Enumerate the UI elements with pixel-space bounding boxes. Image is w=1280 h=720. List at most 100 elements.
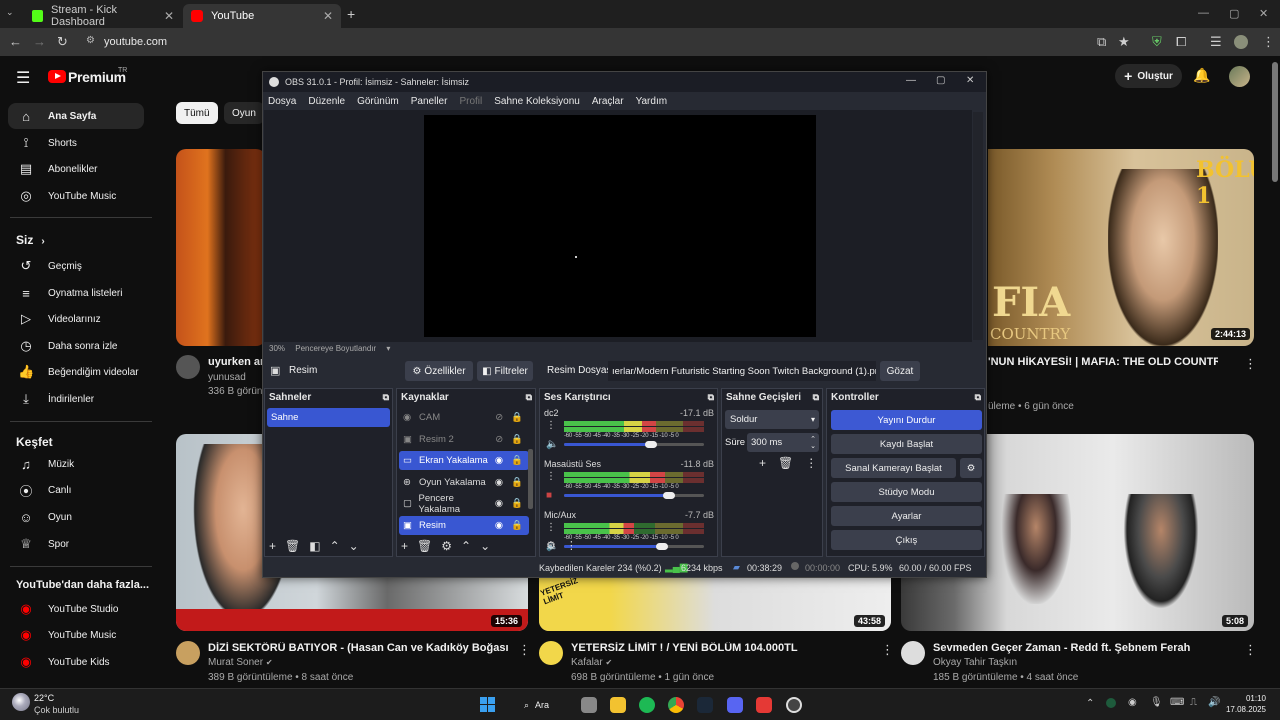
channel-name[interactable]: Okyay Tahir Taşkın	[933, 657, 1017, 668]
extensions-puzzle-icon[interactable]: ⧠	[1176, 34, 1186, 50]
sidebar-item-subscriptions[interactable]: ▤ Abonelikler	[8, 156, 144, 182]
file-explorer-icon[interactable]	[610, 697, 626, 713]
sidebar-item-youtube-music[interactable]: ◎ YouTube Music	[8, 183, 144, 209]
chevron-down-icon[interactable]: ▾	[386, 344, 390, 353]
more-options-icon[interactable]: ⋮	[518, 642, 531, 658]
network-icon[interactable]: ⎍	[1190, 697, 1197, 708]
tab-kick[interactable]: Stream - Kick Dashboard ✕	[24, 4, 182, 28]
keyboard-icon[interactable]: ⌨	[1170, 697, 1184, 708]
channel-menu-icon[interactable]: ⋮	[546, 522, 556, 533]
muted-speaker-icon[interactable]: ■	[546, 490, 552, 501]
more-options-icon[interactable]: ⋮	[881, 642, 894, 658]
new-tab-plus-icon[interactable]: +	[347, 6, 355, 22]
trash-icon[interactable]: 🗑	[417, 539, 432, 553]
add-icon[interactable]: +	[269, 539, 276, 553]
sidebar-item-studio[interactable]: ◉ YouTube Studio	[8, 596, 144, 622]
cast-icon[interactable]: ⧉	[1097, 34, 1106, 50]
sidebar-section-you[interactable]: Siz ›	[16, 233, 45, 247]
add-icon[interactable]: +	[759, 456, 766, 470]
channel-name[interactable]: Murat Soner	[208, 657, 263, 668]
sidebar-item-shorts[interactable]: ⟟ Shorts	[8, 130, 144, 156]
lock-icon[interactable]: 🔒	[511, 498, 523, 509]
sources-scrollbar[interactable]	[528, 449, 533, 509]
sidebar-item-home[interactable]: ⌂ Ana Sayfa	[8, 103, 144, 129]
visibility-eye-icon[interactable]: ◉	[495, 498, 503, 509]
menu-edit[interactable]: Düzenle	[308, 96, 345, 107]
trash-icon[interactable]: 🗑	[285, 539, 300, 553]
lock-icon[interactable]: 🔒	[511, 412, 523, 423]
sidebar-item-watch-later[interactable]: ◷ Daha sonra izle	[8, 333, 144, 359]
minimize-icon[interactable]: —	[906, 75, 916, 86]
image-file-path-input[interactable]: ıerlar/Modern Futuristic Starting Soon T…	[608, 361, 876, 381]
duration-spinbox[interactable]: 300 ms ⌃ ⌄	[747, 433, 819, 452]
source-item[interactable]: ▭ Ekran Yakalama ◉ 🔒	[399, 451, 529, 470]
undock-icon[interactable]: ⧉	[526, 392, 532, 403]
spotify-icon[interactable]	[639, 697, 655, 713]
close-icon[interactable]: ✕	[164, 9, 174, 23]
microphone-icon[interactable]: 🎙	[1150, 697, 1163, 708]
visibility-eye-icon[interactable]: ◉	[495, 455, 503, 466]
weather-cloud-icon[interactable]	[12, 693, 30, 711]
discord-icon[interactable]	[727, 697, 743, 713]
close-icon[interactable]: ✕	[323, 9, 333, 23]
studio-mode-button[interactable]: Stüdyo Modu	[831, 482, 982, 502]
sidebar-item-yt-kids[interactable]: ◉ YouTube Kids	[8, 649, 144, 675]
volume-slider[interactable]	[564, 441, 704, 448]
account-avatar[interactable]	[1229, 66, 1250, 87]
minimize-icon[interactable]: —	[1198, 7, 1209, 19]
source-item[interactable]: ▣ Resim ◉ 🔒	[399, 515, 529, 535]
video-thumbnail[interactable]: BÖLÜM 1 FIA COUNTRY 2:44:13	[988, 149, 1254, 346]
sidebar-item-history[interactable]: ↺ Geçmiş	[8, 253, 144, 279]
visibility-eye-icon[interactable]: ◉	[495, 520, 503, 531]
video-title[interactable]: DİZİ SEKTÖRÜ BATIYOR - (Hasan Can ve Kad…	[208, 642, 508, 654]
notifications-bell-icon[interactable]: 🔔	[1193, 67, 1210, 84]
video-title[interactable]: 'NUN HİKAYESİ! | MAFIA: THE OLD COUNTRY …	[988, 356, 1218, 368]
menu-dots-icon[interactable]: ⋮	[1262, 34, 1275, 50]
clock-time[interactable]: 01:10	[1228, 694, 1266, 703]
channel-avatar[interactable]	[539, 641, 563, 665]
obs-taskbar-icon[interactable]	[786, 697, 802, 713]
exit-button[interactable]: Çıkış	[831, 530, 982, 550]
filters-button[interactable]: ◧ Filtreler	[477, 361, 533, 381]
menu-profile[interactable]: Profil	[459, 96, 482, 107]
channel-name[interactable]: yunusad	[208, 372, 246, 383]
preview-area[interactable]	[264, 110, 972, 342]
channel-avatar[interactable]	[176, 355, 200, 379]
undock-icon[interactable]: ⧉	[708, 392, 714, 403]
address-bar[interactable]: ⚙ youtube.com	[80, 32, 1140, 52]
gear-icon[interactable]: ⚙	[441, 539, 452, 553]
profile-avatar[interactable]	[1234, 35, 1248, 49]
speaker-icon[interactable]: 🔈	[546, 439, 558, 450]
spin-arrows-icon[interactable]: ⌃ ⌄	[810, 436, 816, 450]
scene-filters-icon[interactable]: ◧	[309, 539, 320, 553]
video-thumbnail[interactable]	[176, 149, 266, 346]
channel-name-row[interactable]: Kafalar ✔	[571, 657, 612, 668]
source-item[interactable]: ◉ CAM ⊘ 🔒	[399, 408, 529, 427]
lock-icon[interactable]: 🔒	[511, 434, 523, 445]
steam-icon[interactable]	[697, 697, 713, 713]
stop-streaming-button[interactable]: Yayını Durdur	[831, 410, 982, 430]
tray-chevron-icon[interactable]: ⌃	[1086, 698, 1094, 709]
page-scrollbar[interactable]	[1272, 62, 1278, 182]
trash-icon[interactable]: 🗑	[778, 456, 793, 470]
properties-button[interactable]: ⚙ Özellikler	[405, 361, 473, 381]
sidebar-item-your-videos[interactable]: ▷ Videolarınız	[8, 306, 144, 332]
source-item[interactable]: ▢ Pencere Yakalama ◉ 🔒	[399, 493, 529, 515]
preview-scrollbar[interactable]	[973, 112, 983, 340]
scene-item[interactable]: Sahne	[267, 408, 390, 427]
menu-view[interactable]: Görünüm	[357, 96, 399, 107]
start-virtual-camera-button[interactable]: Sanal Kamerayı Başlat	[831, 458, 956, 478]
start-recording-button[interactable]: Kaydı Başlat	[831, 434, 982, 454]
sidebar-item-sports[interactable]: ♕ Spor	[8, 531, 144, 557]
maximize-icon[interactable]: ▢	[1229, 7, 1239, 20]
sidebar-item-gaming[interactable]: ☺ Oyun	[8, 504, 144, 530]
lock-icon[interactable]: 🔒	[511, 520, 523, 531]
tab-youtube[interactable]: YouTube ✕	[183, 4, 341, 28]
weather-desc[interactable]: Çok bulutlu	[34, 705, 79, 715]
channel-menu-icon[interactable]: ⋮	[546, 471, 556, 482]
menu-scene-collection[interactable]: Sahne Koleksiyonu	[494, 96, 580, 107]
sidebar-item-yt-music[interactable]: ◉ YouTube Music	[8, 622, 144, 648]
volume-slider-handle[interactable]	[663, 492, 675, 499]
menu-help[interactable]: Yardım	[636, 96, 668, 107]
start-windows-icon[interactable]	[480, 697, 495, 712]
